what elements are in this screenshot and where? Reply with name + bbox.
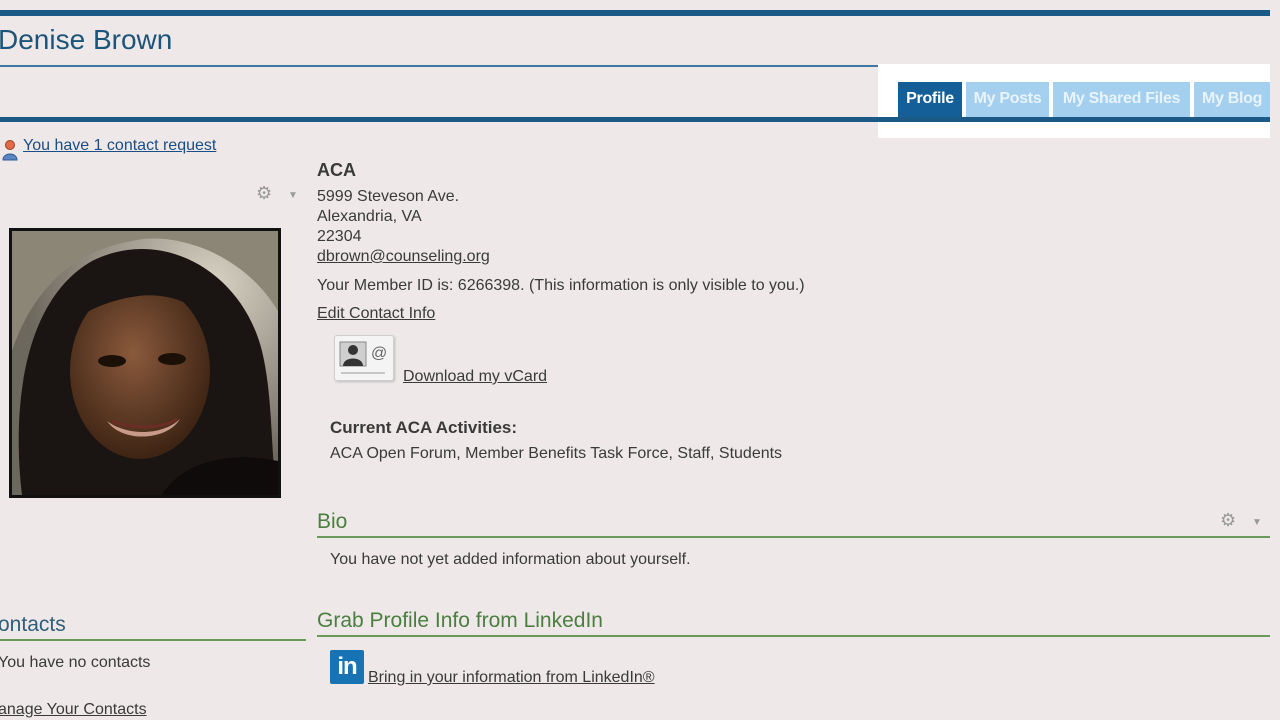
- bio-heading: Bio: [317, 510, 348, 533]
- address-line-1: 5999 Steveson Ave.: [317, 188, 460, 205]
- linkedin-import-link[interactable]: Bring in your information from LinkedIn®: [368, 669, 655, 687]
- org-name: ACA: [317, 160, 356, 180]
- address-line-2: Alexandria, VA: [317, 208, 422, 225]
- contacts-divider: [0, 639, 306, 641]
- activities-heading: Current ACA Activities:: [330, 418, 518, 437]
- name-divider: [0, 65, 880, 67]
- linkedin-heading: Grab Profile Info from LinkedIn: [317, 609, 603, 632]
- download-vcard-link[interactable]: Download my vCard: [403, 368, 547, 386]
- tab-my-shared-files[interactable]: My Shared Files: [1053, 82, 1190, 117]
- person-icon: [2, 140, 18, 161]
- svg-text:@: @: [371, 345, 387, 362]
- contacts-empty-text: You have no contacts: [0, 654, 151, 671]
- linkedin-icon[interactable]: in: [330, 650, 364, 684]
- tabs-divider: [0, 117, 1270, 122]
- bio-settings-gear-icon[interactable]: ⚙: [1220, 510, 1236, 531]
- member-id-text: Your Member ID is: 6266398. (This inform…: [317, 277, 805, 294]
- manage-contacts-link[interactable]: anage Your Contacts: [0, 701, 147, 719]
- top-border: [0, 10, 1270, 16]
- tab-my-blog[interactable]: My Blog: [1194, 82, 1270, 117]
- contact-request-link[interactable]: You have 1 contact request: [23, 137, 216, 155]
- contacts-heading: ontacts: [0, 613, 66, 636]
- photo-settings-gear-icon[interactable]: ⚙: [256, 183, 272, 204]
- vcard-icon[interactable]: @: [334, 335, 394, 381]
- tab-my-posts[interactable]: My Posts: [966, 82, 1049, 117]
- bio-divider: [317, 536, 1270, 538]
- profile-name: Denise Brown: [0, 24, 173, 55]
- profile-photo: [9, 228, 281, 498]
- bio-text: You have not yet added information about…: [330, 551, 691, 568]
- email-link[interactable]: dbrown@counseling.org: [317, 248, 490, 266]
- activities-list: ACA Open Forum, Member Benefits Task For…: [330, 445, 783, 462]
- bio-settings-chevron-down-icon[interactable]: ▼: [1252, 517, 1262, 528]
- edit-contact-info-link[interactable]: Edit Contact Info: [317, 305, 435, 323]
- address-zip: 22304: [317, 228, 362, 245]
- linkedin-divider: [317, 635, 1270, 637]
- photo-settings-chevron-down-icon[interactable]: ▼: [288, 190, 298, 201]
- tab-profile[interactable]: Profile: [898, 82, 962, 117]
